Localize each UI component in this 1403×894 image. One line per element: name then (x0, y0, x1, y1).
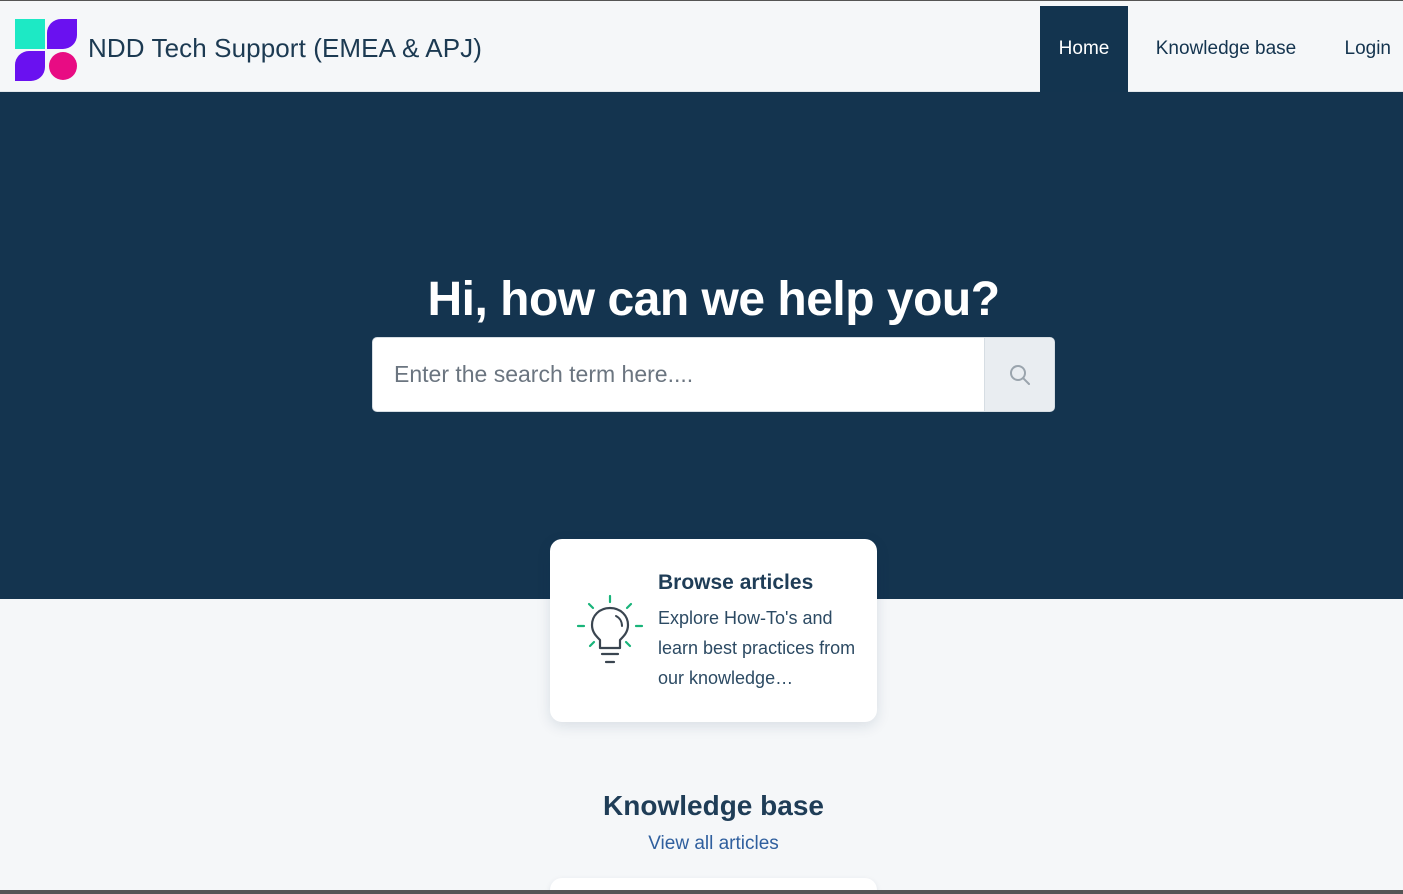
search-button[interactable] (984, 338, 1054, 411)
card-title: Browse articles (658, 571, 814, 594)
site-title[interactable]: NDD Tech Support (EMEA & APJ) (88, 33, 482, 64)
knowledge-base-heading: Knowledge base (603, 790, 824, 821)
hero-title: Hi, how can we help you? (427, 273, 1000, 326)
nav-knowledge-base[interactable]: Knowledge base (1134, 6, 1318, 92)
nav-login[interactable]: Login (1318, 6, 1403, 92)
browse-articles-card[interactable]: Browse articles Explore How-To's and lea… (550, 539, 877, 722)
search-box (372, 337, 1055, 412)
lightbulb-icon (576, 594, 644, 664)
search-icon (1009, 364, 1030, 385)
site-header: NDD Tech Support (EMEA & APJ) Home Knowl… (0, 0, 1403, 92)
hero-banner: Hi, how can we help you? (0, 92, 1403, 599)
view-all-articles-link[interactable]: View all articles (0, 833, 1403, 855)
window-bottom-border (0, 890, 1403, 894)
brand-logo[interactable] (15, 19, 77, 81)
search-input[interactable] (373, 338, 984, 411)
main-nav: Home Knowledge base Login (1040, 6, 1403, 92)
card-description: Explore How-To's and learn best practice… (658, 608, 856, 688)
nav-home[interactable]: Home (1040, 6, 1128, 92)
page: NDD Tech Support (EMEA & APJ) Home Knowl… (0, 0, 1403, 894)
